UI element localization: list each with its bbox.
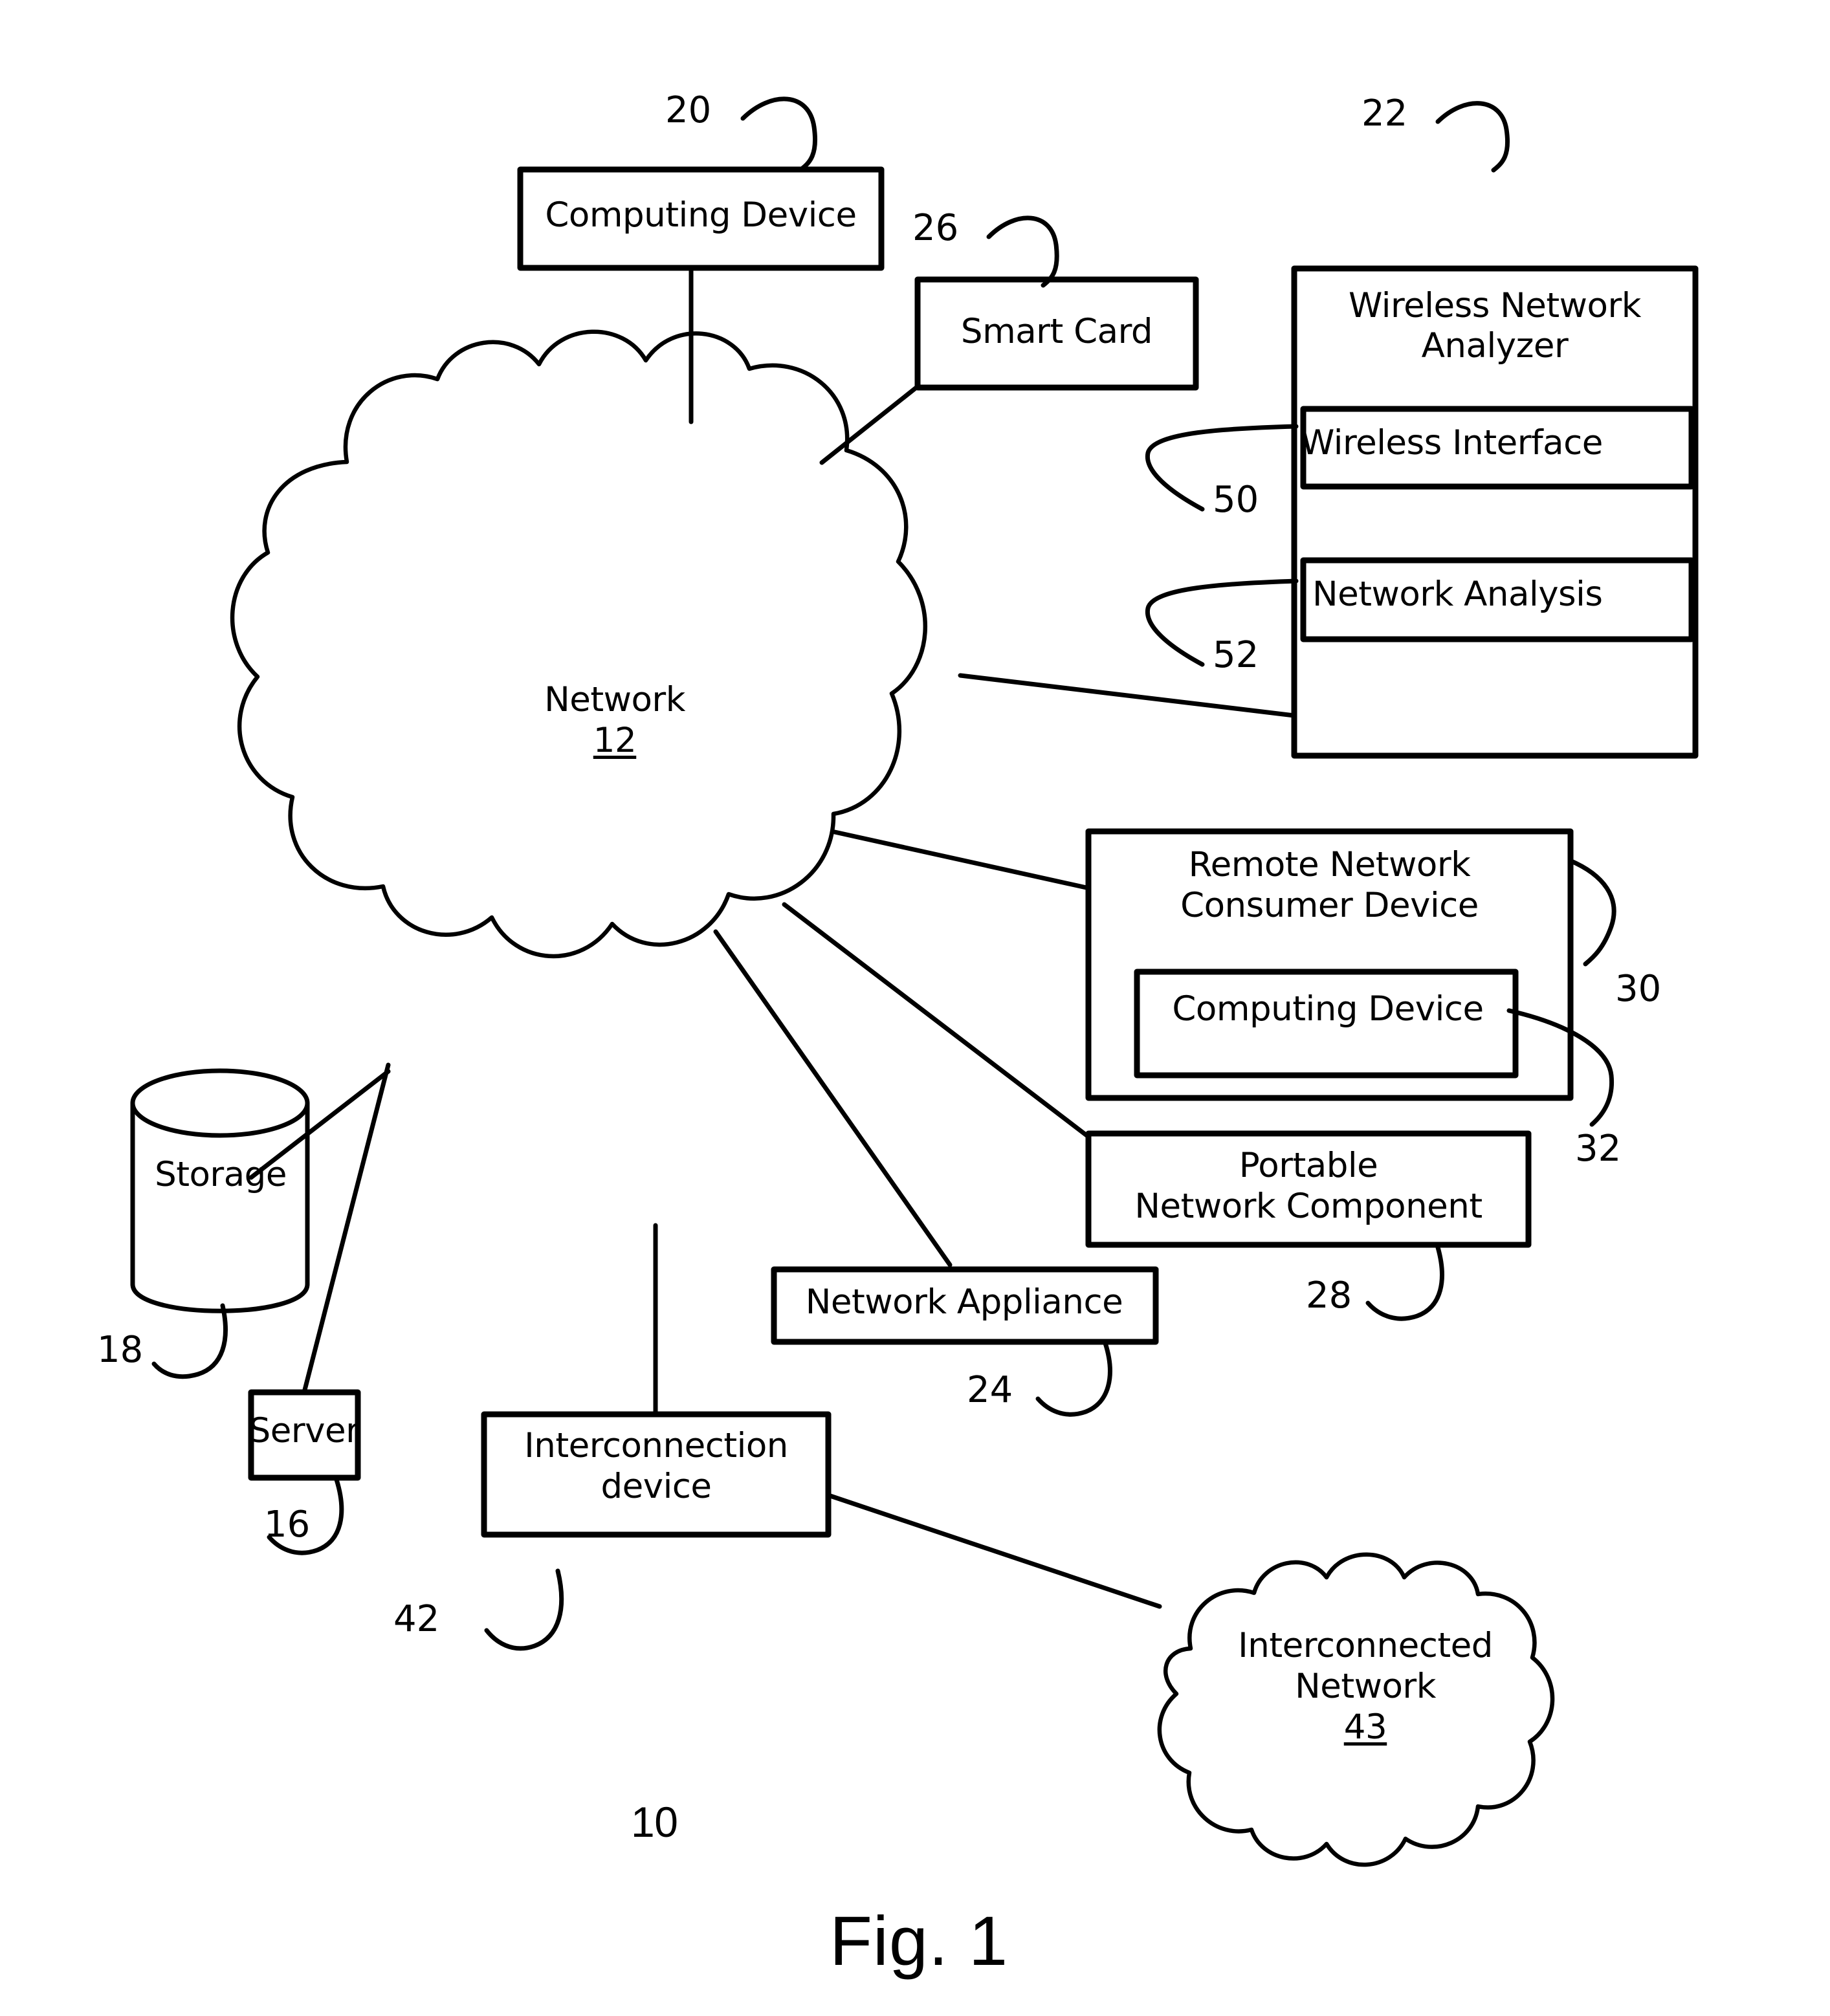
- interconnected-network-label-line2: Network: [1295, 1667, 1436, 1706]
- ref-50: 50: [1213, 479, 1259, 521]
- system-ref-10: 10: [631, 1798, 678, 1846]
- leader-26: [986, 215, 1059, 288]
- link-wna-to-network: [958, 673, 1297, 718]
- ref-42: 42: [393, 1598, 440, 1640]
- remote-network-consumer-device-label-line2: Consumer Device: [1180, 886, 1479, 925]
- computing-device-label: Computing Device: [545, 195, 857, 235]
- remote-computing-device-label: Computing Device: [1172, 989, 1484, 1029]
- ref-28: 28: [1306, 1275, 1352, 1317]
- leader-32: [1506, 1008, 1615, 1127]
- ref-30: 30: [1615, 968, 1662, 1010]
- figure-caption: Fig. 1: [829, 1901, 1009, 1980]
- network-cloud-ref: 12: [593, 721, 637, 760]
- leader-24: [1035, 1341, 1112, 1417]
- ref-26: 26: [912, 207, 959, 249]
- leader-42: [484, 1568, 564, 1651]
- leader-30: [1567, 858, 1616, 967]
- link-network-to-server: [302, 1062, 391, 1395]
- wireless-network-analyzer-label-line1: Wireless Network: [1349, 286, 1641, 325]
- network-cloud-shape: [230, 329, 928, 959]
- interconnection-device-label-line1: Interconnection: [524, 1426, 788, 1465]
- ref-18: 18: [97, 1329, 144, 1371]
- smart-card-label: Smart Card: [960, 312, 1153, 351]
- leader-20: [740, 96, 817, 173]
- link-interconnection-device-to-interconnected-network: [826, 1493, 1162, 1609]
- network-appliance-label: Network Appliance: [805, 1282, 1123, 1322]
- server-label: Server: [248, 1411, 360, 1451]
- wireless-network-analyzer-label-line2: Analyzer: [1421, 326, 1569, 366]
- leader-28: [1365, 1245, 1444, 1321]
- leader-18: [151, 1303, 228, 1379]
- ref-22: 22: [1361, 93, 1408, 135]
- portable-network-component-label-line2: Network Component: [1134, 1187, 1483, 1226]
- interconnected-network-label-line1: Interconnected: [1238, 1626, 1493, 1665]
- ref-32: 32: [1575, 1128, 1622, 1170]
- patent-figure-canvas: Computing Device 20 Smart Card 26 Wirele…: [0, 0, 1830, 2016]
- network-cloud-label: Network: [544, 680, 685, 719]
- leader-22: [1435, 101, 1510, 173]
- ref-16: 16: [264, 1504, 311, 1546]
- ref-20: 20: [665, 89, 712, 131]
- portable-network-component-label-line1: Portable: [1239, 1146, 1378, 1185]
- interconnection-device-label-line2: device: [601, 1467, 712, 1506]
- interconnected-network-ref: 43: [1343, 1707, 1387, 1747]
- remote-network-consumer-device-label-line1: Remote Network: [1188, 845, 1471, 884]
- link-network-to-remote-consumer: [832, 829, 1089, 890]
- network-analysis-label: Network Analysis: [1312, 575, 1603, 614]
- wireless-interface-label: Wireless Interface: [1301, 423, 1603, 463]
- ref-24: 24: [967, 1369, 1013, 1411]
- link-network-to-network-appliance: [713, 929, 953, 1267]
- storage-label: Storage: [155, 1155, 287, 1194]
- link-network-to-portable-component: [782, 902, 1091, 1139]
- ref-52: 52: [1213, 634, 1259, 676]
